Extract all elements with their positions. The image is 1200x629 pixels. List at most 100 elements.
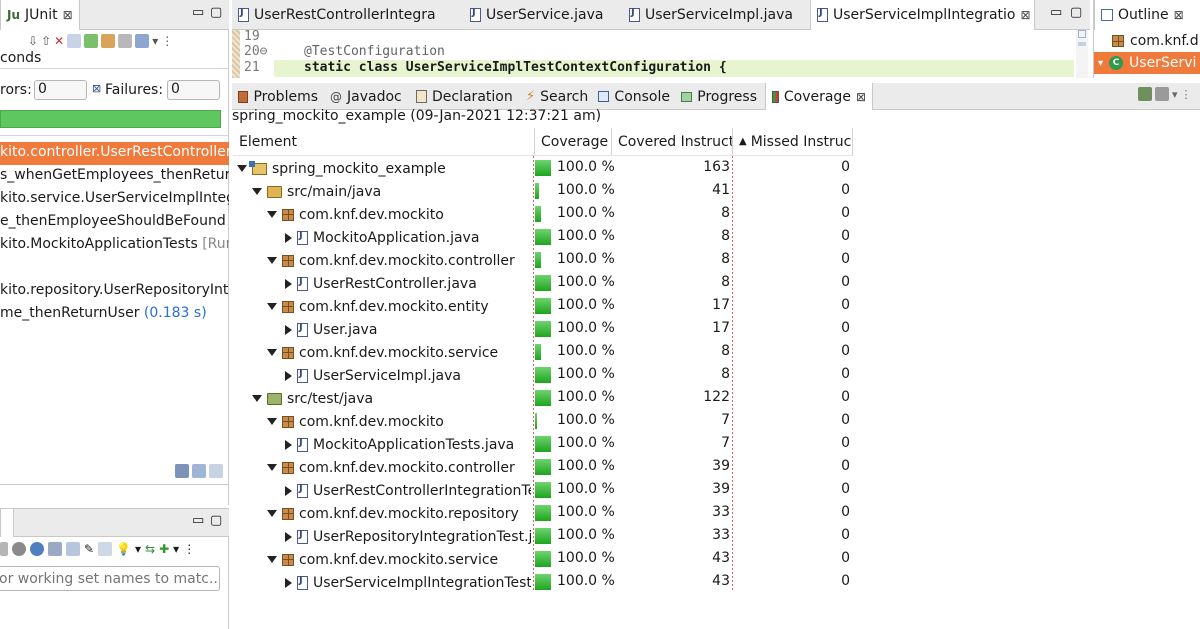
coverage-row[interactable]: UserServiceImpl.java 100.0 % 8 0 <box>233 364 853 387</box>
chevron-down-icon[interactable]: ▾ <box>1172 88 1178 101</box>
coverage-row[interactable]: com.knf.dev.mockito.service 100.0 % 43 0 <box>233 548 853 571</box>
coverage-row[interactable]: UserRepositoryIntegrationTest.ja 100.0 % 3… <box>233 525 853 548</box>
add-icon[interactable]: ✚ <box>159 542 169 556</box>
bulb-icon[interactable]: 💡 <box>116 542 131 556</box>
tab-junit[interactable]: Ju JUnit ⊠ <box>0 0 80 30</box>
collapse-icon[interactable] <box>0 542 8 556</box>
test-row[interactable]: s_whenGetEmployees_thenReturn. <box>0 165 229 188</box>
column-header-coverage[interactable]: Coverage <box>535 128 612 155</box>
compare-icon[interactable] <box>175 464 189 478</box>
tab-search[interactable]: ⚡ Search <box>520 83 594 110</box>
test-row[interactable]: kito.service.UserServiceImplIntegra <box>0 188 229 211</box>
dump-icon[interactable] <box>1155 87 1169 101</box>
coverage-row[interactable]: com.knf.dev.mockito.repository 100.0 % 33 0 <box>233 502 853 525</box>
tab-outline[interactable]: Outline ⊠ <box>1094 0 1200 30</box>
next-failure-icon[interactable]: ⇩ <box>28 34 38 48</box>
maximize-icon[interactable]: ▢ <box>210 5 222 20</box>
minimize-icon[interactable]: ▭ <box>192 5 204 20</box>
pencil-icon[interactable]: ✎ <box>84 542 94 556</box>
column-header-covered[interactable]: Covered Instructi <box>612 128 733 155</box>
column-header-element[interactable]: Element <box>233 128 535 155</box>
coverage-row[interactable]: src/test/java 100.0 % 122 0 <box>233 387 853 410</box>
filter-trace-icon[interactable] <box>209 464 223 478</box>
working-set-filter-input[interactable] <box>0 566 220 591</box>
expand-right-icon[interactable] <box>285 232 292 243</box>
globe-icon[interactable] <box>30 542 44 556</box>
menu-chevron-icon[interactable]: ▾ <box>152 34 158 48</box>
tab-editor-file[interactable]: UserServiceImpl.java <box>623 0 803 30</box>
coverage-row[interactable]: UserServiceImplIntegrationTest.j 100.0 % 4… <box>233 571 853 594</box>
chevron-down-icon[interactable]: ▾ <box>135 542 141 556</box>
tab-javadoc[interactable]: @ Javadoc <box>324 83 410 110</box>
maximize-icon[interactable]: ▢ <box>1070 5 1082 20</box>
task-icon[interactable] <box>48 542 62 556</box>
scroll-lock-icon[interactable] <box>67 34 82 48</box>
tab-console[interactable]: Console <box>592 83 676 110</box>
link-icon[interactable]: ⇆ <box>145 542 155 556</box>
test-row[interactable]: me_thenReturnUser (0.183 s) <box>0 303 207 326</box>
coverage-row[interactable]: UserRestController.java 100.0 % 8 0 <box>233 272 853 295</box>
expand-down-icon[interactable] <box>252 395 262 402</box>
close-icon[interactable]: ⊠ <box>63 8 73 22</box>
expand-down-icon[interactable] <box>267 303 277 310</box>
coverage-row[interactable]: spring_mockito_example 100.0 % 163 0 <box>233 157 853 180</box>
tab-progress[interactable]: Progress <box>675 83 763 110</box>
expand-right-icon[interactable] <box>285 370 292 381</box>
expand-right-icon[interactable] <box>285 531 292 542</box>
close-icon[interactable]: ⊠ <box>1174 8 1184 22</box>
tab-declaration[interactable]: Declaration <box>410 83 520 110</box>
tab-editor-file[interactable]: UserService.java <box>464 0 614 30</box>
coverage-row[interactable]: User.java 100.0 % 17 0 <box>233 318 853 341</box>
coverage-row[interactable]: com.knf.dev.mockito.entity 100.0 % 17 0 <box>233 295 853 318</box>
outline-item[interactable]: com.knf.d <box>1094 31 1200 51</box>
session-icon[interactable] <box>1138 87 1152 101</box>
view-menu-icon[interactable]: ⋮ <box>161 34 173 48</box>
coverage-row[interactable]: src/main/java 100.0 % 41 0 <box>233 180 853 203</box>
rerun-failed-icon[interactable] <box>101 34 116 48</box>
column-header-missed[interactable]: ▲ Missed Instruc <box>733 128 853 155</box>
test-row[interactable]: kito.MockitoApplicationTests [Run <box>0 234 229 257</box>
tab-coverage[interactable]: Coverage ⊠ <box>765 83 873 110</box>
expand-down-icon[interactable] <box>237 165 247 172</box>
test-row[interactable]: e_thenEmployeeShouldBeFound (2 <box>0 211 229 234</box>
rerun-icon[interactable] <box>84 34 99 48</box>
expand-right-icon[interactable] <box>285 485 292 496</box>
expand-down-icon[interactable] <box>267 257 277 264</box>
coverage-row[interactable]: com.knf.dev.mockito.controller 100.0 % 8 0 <box>233 249 853 272</box>
maximize-icon[interactable]: ▢ <box>210 513 222 528</box>
view-menu-icon[interactable]: ⋮ <box>1181 88 1192 101</box>
show-failures-icon[interactable]: ✕ <box>54 34 64 48</box>
test-row-selected[interactable]: kito.controller.UserRestController <box>0 142 229 165</box>
expand-right-icon[interactable] <box>285 278 292 289</box>
form-icon[interactable] <box>98 542 113 556</box>
view-menu-icon[interactable]: ⋮ <box>183 542 195 556</box>
expand-down-icon[interactable] <box>267 556 277 563</box>
minimize-icon[interactable]: ▭ <box>192 513 204 528</box>
expand-right-icon[interactable] <box>285 577 292 588</box>
coverage-row[interactable]: com.knf.dev.mockito 100.0 % 8 0 <box>233 203 853 226</box>
tab-editor-active[interactable]: UserServiceImplIntegratio ⊠ <box>810 0 1035 30</box>
coverage-row[interactable]: MockitoApplication.java 100.0 % 8 0 <box>233 226 853 249</box>
close-icon[interactable]: ⊠ <box>856 90 866 104</box>
coverage-row[interactable]: MockitoApplicationTests.java 100.0 % 7 0 <box>233 433 853 456</box>
tab-problems[interactable]: Problems <box>232 83 324 110</box>
expand-down-icon[interactable] <box>267 464 277 471</box>
close-icon[interactable]: ⊠ <box>1020 8 1030 22</box>
tab-editor-file[interactable]: UserRestControllerIntegra <box>232 0 454 30</box>
coverage-row[interactable]: com.knf.dev.mockito 100.0 % 7 0 <box>233 410 853 433</box>
history-icon[interactable] <box>135 34 150 48</box>
minimize-icon[interactable]: ▭ <box>1050 5 1062 20</box>
expand-down-icon[interactable] <box>267 211 277 218</box>
coverage-row[interactable]: com.knf.dev.mockito.service 100.0 % 8 0 <box>233 341 853 364</box>
tab-explorer[interactable] <box>0 509 14 537</box>
prev-failure-icon[interactable]: ⇧ <box>41 34 51 48</box>
test-row[interactable]: kito.repository.UserRepositoryInte <box>0 280 229 303</box>
outline-item-selected[interactable]: ▾ C UserServi <box>1094 52 1200 74</box>
chevron-down-icon[interactable]: ▾ <box>1098 58 1103 69</box>
expand-down-icon[interactable] <box>267 510 277 517</box>
coverage-row[interactable]: UserRestControllerIntegrationTe 100.0 % 39… <box>233 479 853 502</box>
stack-trace-icon[interactable] <box>192 464 206 478</box>
gear-icon[interactable] <box>12 542 26 556</box>
expand-down-icon[interactable] <box>267 349 277 356</box>
coverage-row[interactable]: com.knf.dev.mockito.controller 100.0 % 39 0 <box>233 456 853 479</box>
